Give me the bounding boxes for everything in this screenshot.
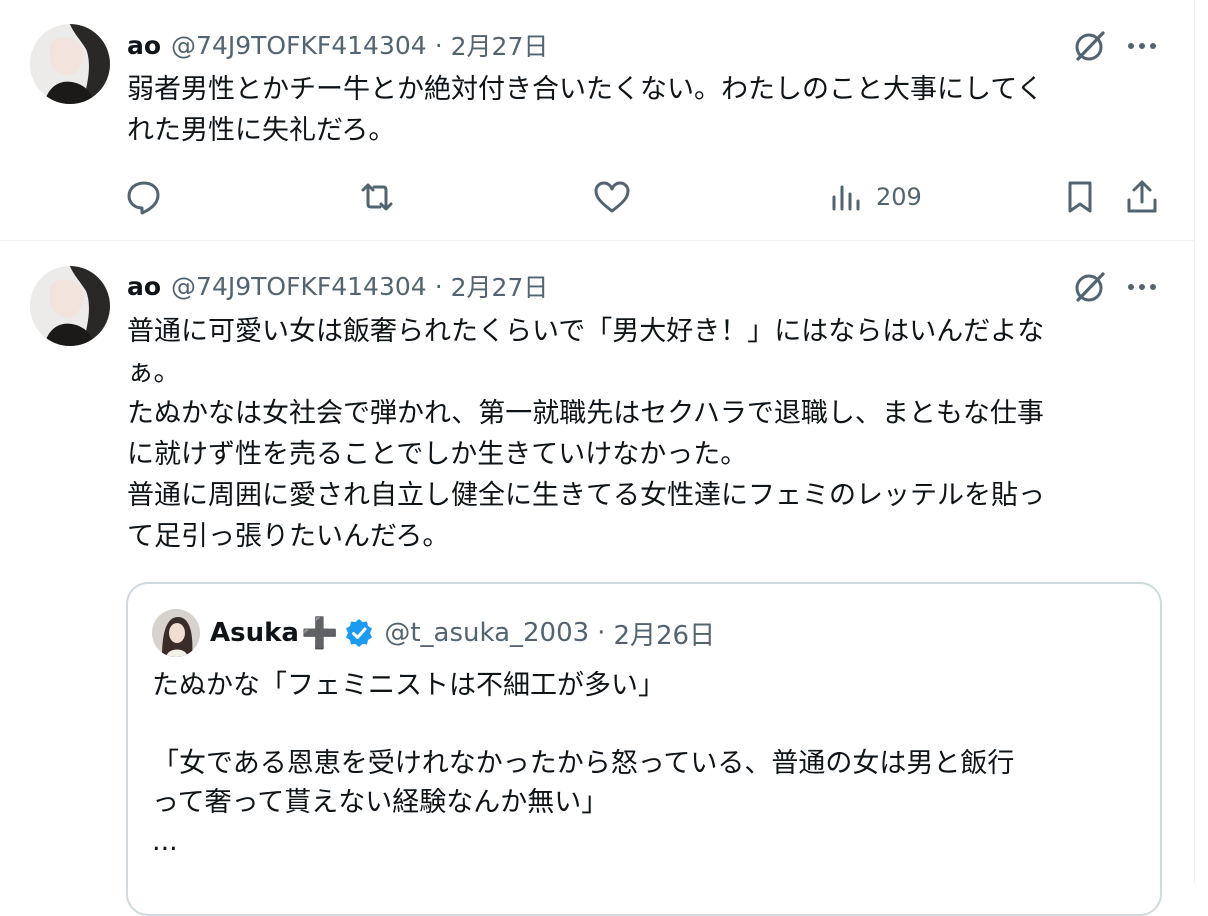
share-button[interactable] [1123,172,1161,222]
separator: · [597,618,606,648]
quoted-line [152,705,1014,744]
quoted-tweet-text: たぬかな「フェミニストは不細工が多い」 「女である恩恵を受けれなかったから怒って… [152,666,1014,861]
name-plus-emoji: ➕ [300,615,339,651]
tweet-date[interactable]: 2月27日 [451,268,549,304]
quoted-tweet-header: Asuka ➕ @t_asuka_2003 · 2月26日 [152,608,715,658]
grok-icon[interactable] [1068,24,1112,68]
quoted-line: たぬかな「フェミニストは不細工が多い」 [152,670,665,701]
views-button[interactable]: 209 [828,172,922,222]
quoted-line: ... [152,826,178,857]
separator: · [434,30,443,60]
avatar[interactable] [30,266,110,346]
tweet-header: ao @74J9TOFKF414304 · 2月27日 [127,268,548,304]
avatar[interactable] [30,24,110,104]
tweet-text: 普通に可愛い女は飯奢られたくらいで「男大好き！」にはならはいんだよな ぁ。 たぬ… [127,311,1045,557]
tweet-line: れた男性に失礼だろ。 [127,115,396,146]
quoted-user-name[interactable]: Asuka [210,618,299,648]
tweet-text: 弱者男性とかチー牛とか絶対付き合いたくない。わたしのこと大事にしてく れた男性に… [127,69,1043,151]
quoted-tweet-date[interactable]: 2月26日 [613,615,715,652]
retweet-icon [357,178,397,216]
tweet-line: ぁ。 [127,357,181,388]
more-icon[interactable] [1120,24,1164,68]
user-handle[interactable]: @74J9TOFKF414304 [171,272,427,301]
quoted-line: って奢って貰えない経験なんか無い」 [152,787,609,818]
quoted-line: 「女である恩恵を受けれなかったから怒っている、普通の女は男と飯行 [152,748,1015,779]
avatar[interactable] [152,609,200,657]
share-icon [1123,178,1161,216]
timeline: ao @74J9TOFKF414304 · 2月27日 弱者男性とかチー牛とか絶… [0,0,1194,916]
verified-badge-icon [344,618,374,648]
tweet-date[interactable]: 2月27日 [451,27,549,63]
tweet-line: 普通に周囲に愛され自立し健全に生きてる女性達にフェミのレッテルを貼っ [127,480,1045,511]
tweet-2[interactable]: ao @74J9TOFKF414304 · 2月27日 普通に可愛い女は飯奢られ… [0,241,1194,916]
user-name[interactable]: ao [127,272,161,301]
grok-icon[interactable] [1068,265,1112,309]
tweet-header: ao @74J9TOFKF414304 · 2月27日 [127,27,548,63]
bookmark-icon [1062,178,1098,216]
tweet-line: て足引っ張りたいんだろ。 [127,521,450,552]
tweet-line: に就けず性を売ることでしか生きていけなかった。 [127,439,748,470]
tweet-actions: 209 [0,172,1194,222]
quoted-tweet[interactable]: Asuka ➕ @t_asuka_2003 · 2月26日 たぬかな「フェミニス… [126,582,1162,916]
tweet-line: 普通に可愛い女は飯奢られたくらいで「男大好き！」にはならはいんだよな [127,316,1045,347]
reply-button[interactable] [125,172,163,222]
heart-icon [592,178,632,216]
like-button[interactable] [592,172,632,222]
bookmark-button[interactable] [1062,172,1098,222]
quoted-user-handle[interactable]: @t_asuka_2003 [384,618,589,648]
views-icon [828,179,864,215]
tweet-line: たぬかなは女社会で弾かれ、第一就職先はセクハラで退職し、まともな仕事 [127,398,1044,429]
reply-icon [125,178,163,216]
retweet-button[interactable] [357,172,397,222]
user-name[interactable]: ao [127,31,161,60]
tweet-1[interactable]: ao @74J9TOFKF414304 · 2月27日 弱者男性とかチー牛とか絶… [0,0,1194,240]
more-icon[interactable] [1120,265,1164,309]
views-count: 209 [876,183,922,211]
timeline-border [1194,0,1195,883]
tweet-line: 弱者男性とかチー牛とか絶対付き合いたくない。わたしのこと大事にしてく [127,74,1044,105]
separator: · [434,271,443,301]
user-handle[interactable]: @74J9TOFKF414304 [171,31,427,60]
